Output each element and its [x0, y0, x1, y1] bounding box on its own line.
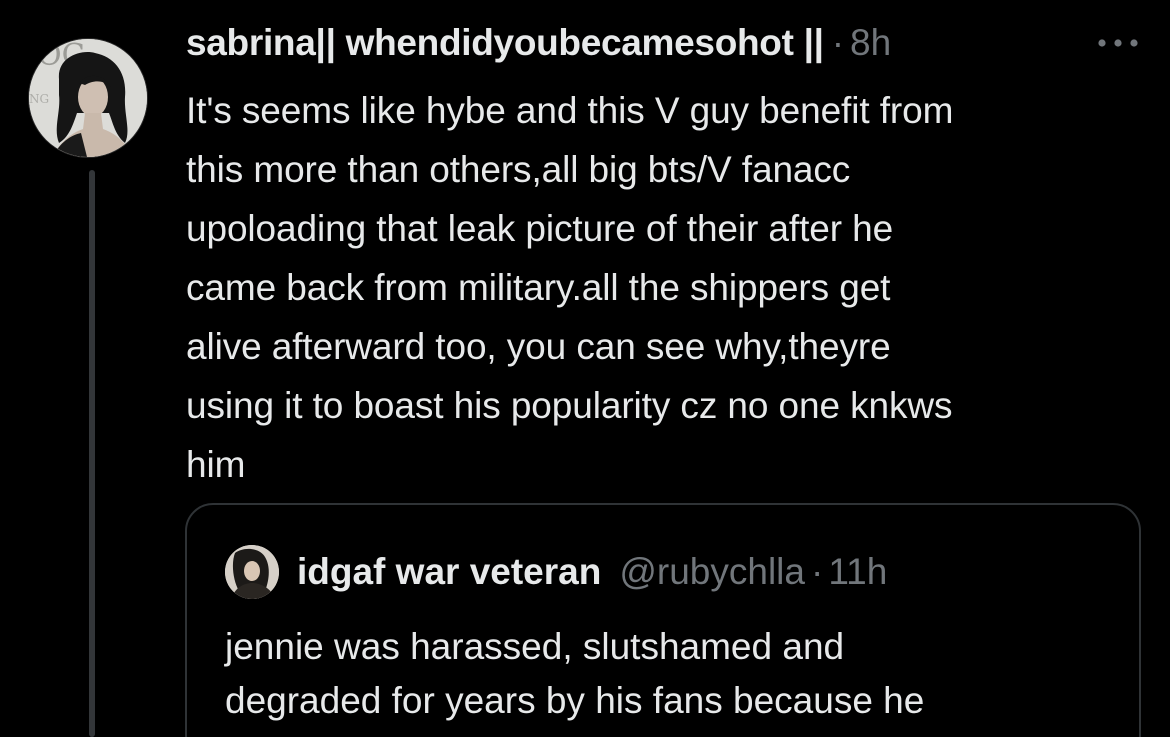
author-display-name[interactable]: sabrina|| whendidyoubecamesohot || [186, 22, 824, 64]
tweet-timestamp[interactable]: 8h [850, 22, 891, 64]
quoted-tweet-timestamp: 11h [828, 551, 888, 592]
svg-text:NG: NG [29, 92, 49, 106]
quoted-author-avatar-image [225, 545, 279, 599]
more-horizontal-icon [1098, 39, 1138, 47]
tweet-header: sabrina|| whendidyoubecamesohot || · 8h [186, 22, 891, 68]
quoted-tweet-header: idgaf war veteran @rubychlla · 11h [297, 551, 887, 593]
quoted-tweet-body-text: jennie was harassed, slutshamed and degr… [225, 626, 925, 721]
quoted-tweet-card[interactable]: idgaf war veteran @rubychlla · 11h jenni… [185, 503, 1141, 737]
more-options-button[interactable] [1092, 26, 1144, 60]
quoted-header-separator: · [810, 551, 824, 592]
header-separator: · [831, 22, 845, 63]
thread-connector-line [89, 170, 95, 737]
tweet-screen: OG NG sabrina|| whendidyoubecamesohot ||… [0, 0, 1170, 737]
tweet-body-text: It's seems like hybe and this V guy bene… [186, 90, 954, 485]
quoted-author-avatar [225, 545, 279, 599]
quoted-author-handle: @rubychlla [619, 551, 805, 592]
author-avatar[interactable]: OG NG [28, 38, 148, 158]
author-avatar-image: OG NG [29, 39, 147, 157]
quoted-author-display-name: idgaf war veteran [297, 551, 602, 592]
